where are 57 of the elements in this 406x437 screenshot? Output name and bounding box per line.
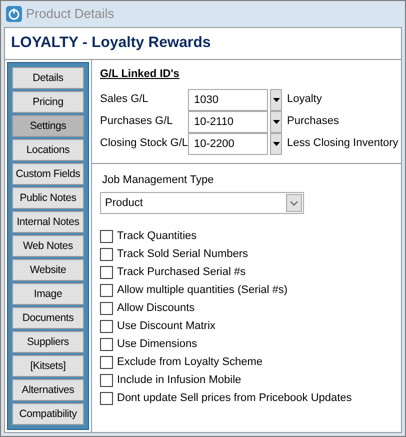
sidebar-tab[interactable]: Settings [12, 115, 84, 137]
sidebar-tab[interactable]: Pricing [12, 91, 84, 113]
caret-down-icon [272, 142, 280, 146]
checkbox-label: Use Dimensions [117, 336, 198, 352]
checkbox-label: Dont update Sell prices from Pricebook Updates [117, 390, 352, 406]
chevron-down-icon [290, 200, 298, 206]
product-title: LOYALTY - Loyalty Rewards [11, 34, 211, 51]
sidebar-tab[interactable]: Custom Fields [12, 163, 84, 185]
checkbox[interactable] [100, 248, 113, 260]
field-label: Job Management Type [102, 174, 214, 186]
field-label: Sales G/L [100, 92, 150, 108]
sidebar-tab[interactable]: Locations [12, 139, 84, 161]
checkbox-label: Include in Infusion Mobile [117, 372, 242, 388]
sidebar-tab[interactable]: Alternatives [12, 379, 84, 401]
field-label: Closing Stock G/L [100, 136, 188, 152]
sidebar-tab[interactable]: Public Notes [12, 187, 84, 209]
field-label: Purchases G/L [100, 114, 174, 130]
dropdown-button[interactable] [270, 110, 282, 132]
sidebar-tab[interactable]: Website [12, 259, 84, 281]
account-description: Purchases [287, 114, 339, 130]
gl-code-field[interactable]: 10-2110 [188, 110, 268, 132]
gl-code-field[interactable]: 1030 [188, 88, 268, 110]
checkbox[interactable] [100, 356, 113, 368]
app-logo-icon [6, 6, 22, 22]
checkbox[interactable] [100, 392, 113, 404]
job-type-dropdown[interactable]: Product [100, 192, 304, 214]
sidebar-tab[interactable]: [Kitsets] [12, 355, 84, 377]
checkbox[interactable] [100, 284, 113, 296]
checkbox-label: Track Purchased Serial #s [117, 264, 246, 280]
checkbox[interactable] [100, 320, 113, 332]
dropdown-button[interactable] [270, 132, 282, 154]
gl-code-field[interactable]: 10-2200 [188, 132, 268, 154]
checkbox-label: Allow Discounts [117, 300, 195, 316]
sidebar-tab[interactable]: Documents [12, 307, 84, 329]
sidebar-tab[interactable]: Compatibility [12, 403, 84, 425]
sidebar-tab[interactable]: Suppliers [12, 331, 84, 353]
sidebar-tab[interactable]: Image [12, 283, 84, 305]
checkbox-label: Track Quantities [117, 228, 197, 244]
sidebar-tab[interactable]: Web Notes [12, 235, 84, 257]
checkbox[interactable] [100, 266, 113, 278]
checkbox-label: Exclude from Loyalty Scheme [117, 354, 263, 370]
caret-down-icon [272, 98, 280, 102]
checkbox-label: Allow multiple quantities (Serial #s) [117, 282, 288, 298]
dropdown-button[interactable] [270, 88, 282, 110]
checkbox[interactable] [100, 374, 113, 386]
sidebar-tab[interactable]: Details [12, 67, 84, 89]
caret-down-icon [272, 120, 280, 124]
checkbox[interactable] [100, 302, 113, 314]
window-title: Product Details [26, 5, 114, 24]
checkbox-label: Use Discount Matrix [117, 318, 216, 334]
checkbox[interactable] [100, 338, 113, 350]
sidebar-tab[interactable]: Internal Notes [12, 211, 84, 233]
section-heading: G/L Linked ID's [100, 68, 180, 80]
account-description: Less Closing Inventory [287, 136, 398, 152]
checkbox-label: Track Sold Serial Numbers [117, 246, 248, 262]
checkbox[interactable] [100, 230, 113, 242]
account-description: Loyalty [287, 92, 322, 108]
